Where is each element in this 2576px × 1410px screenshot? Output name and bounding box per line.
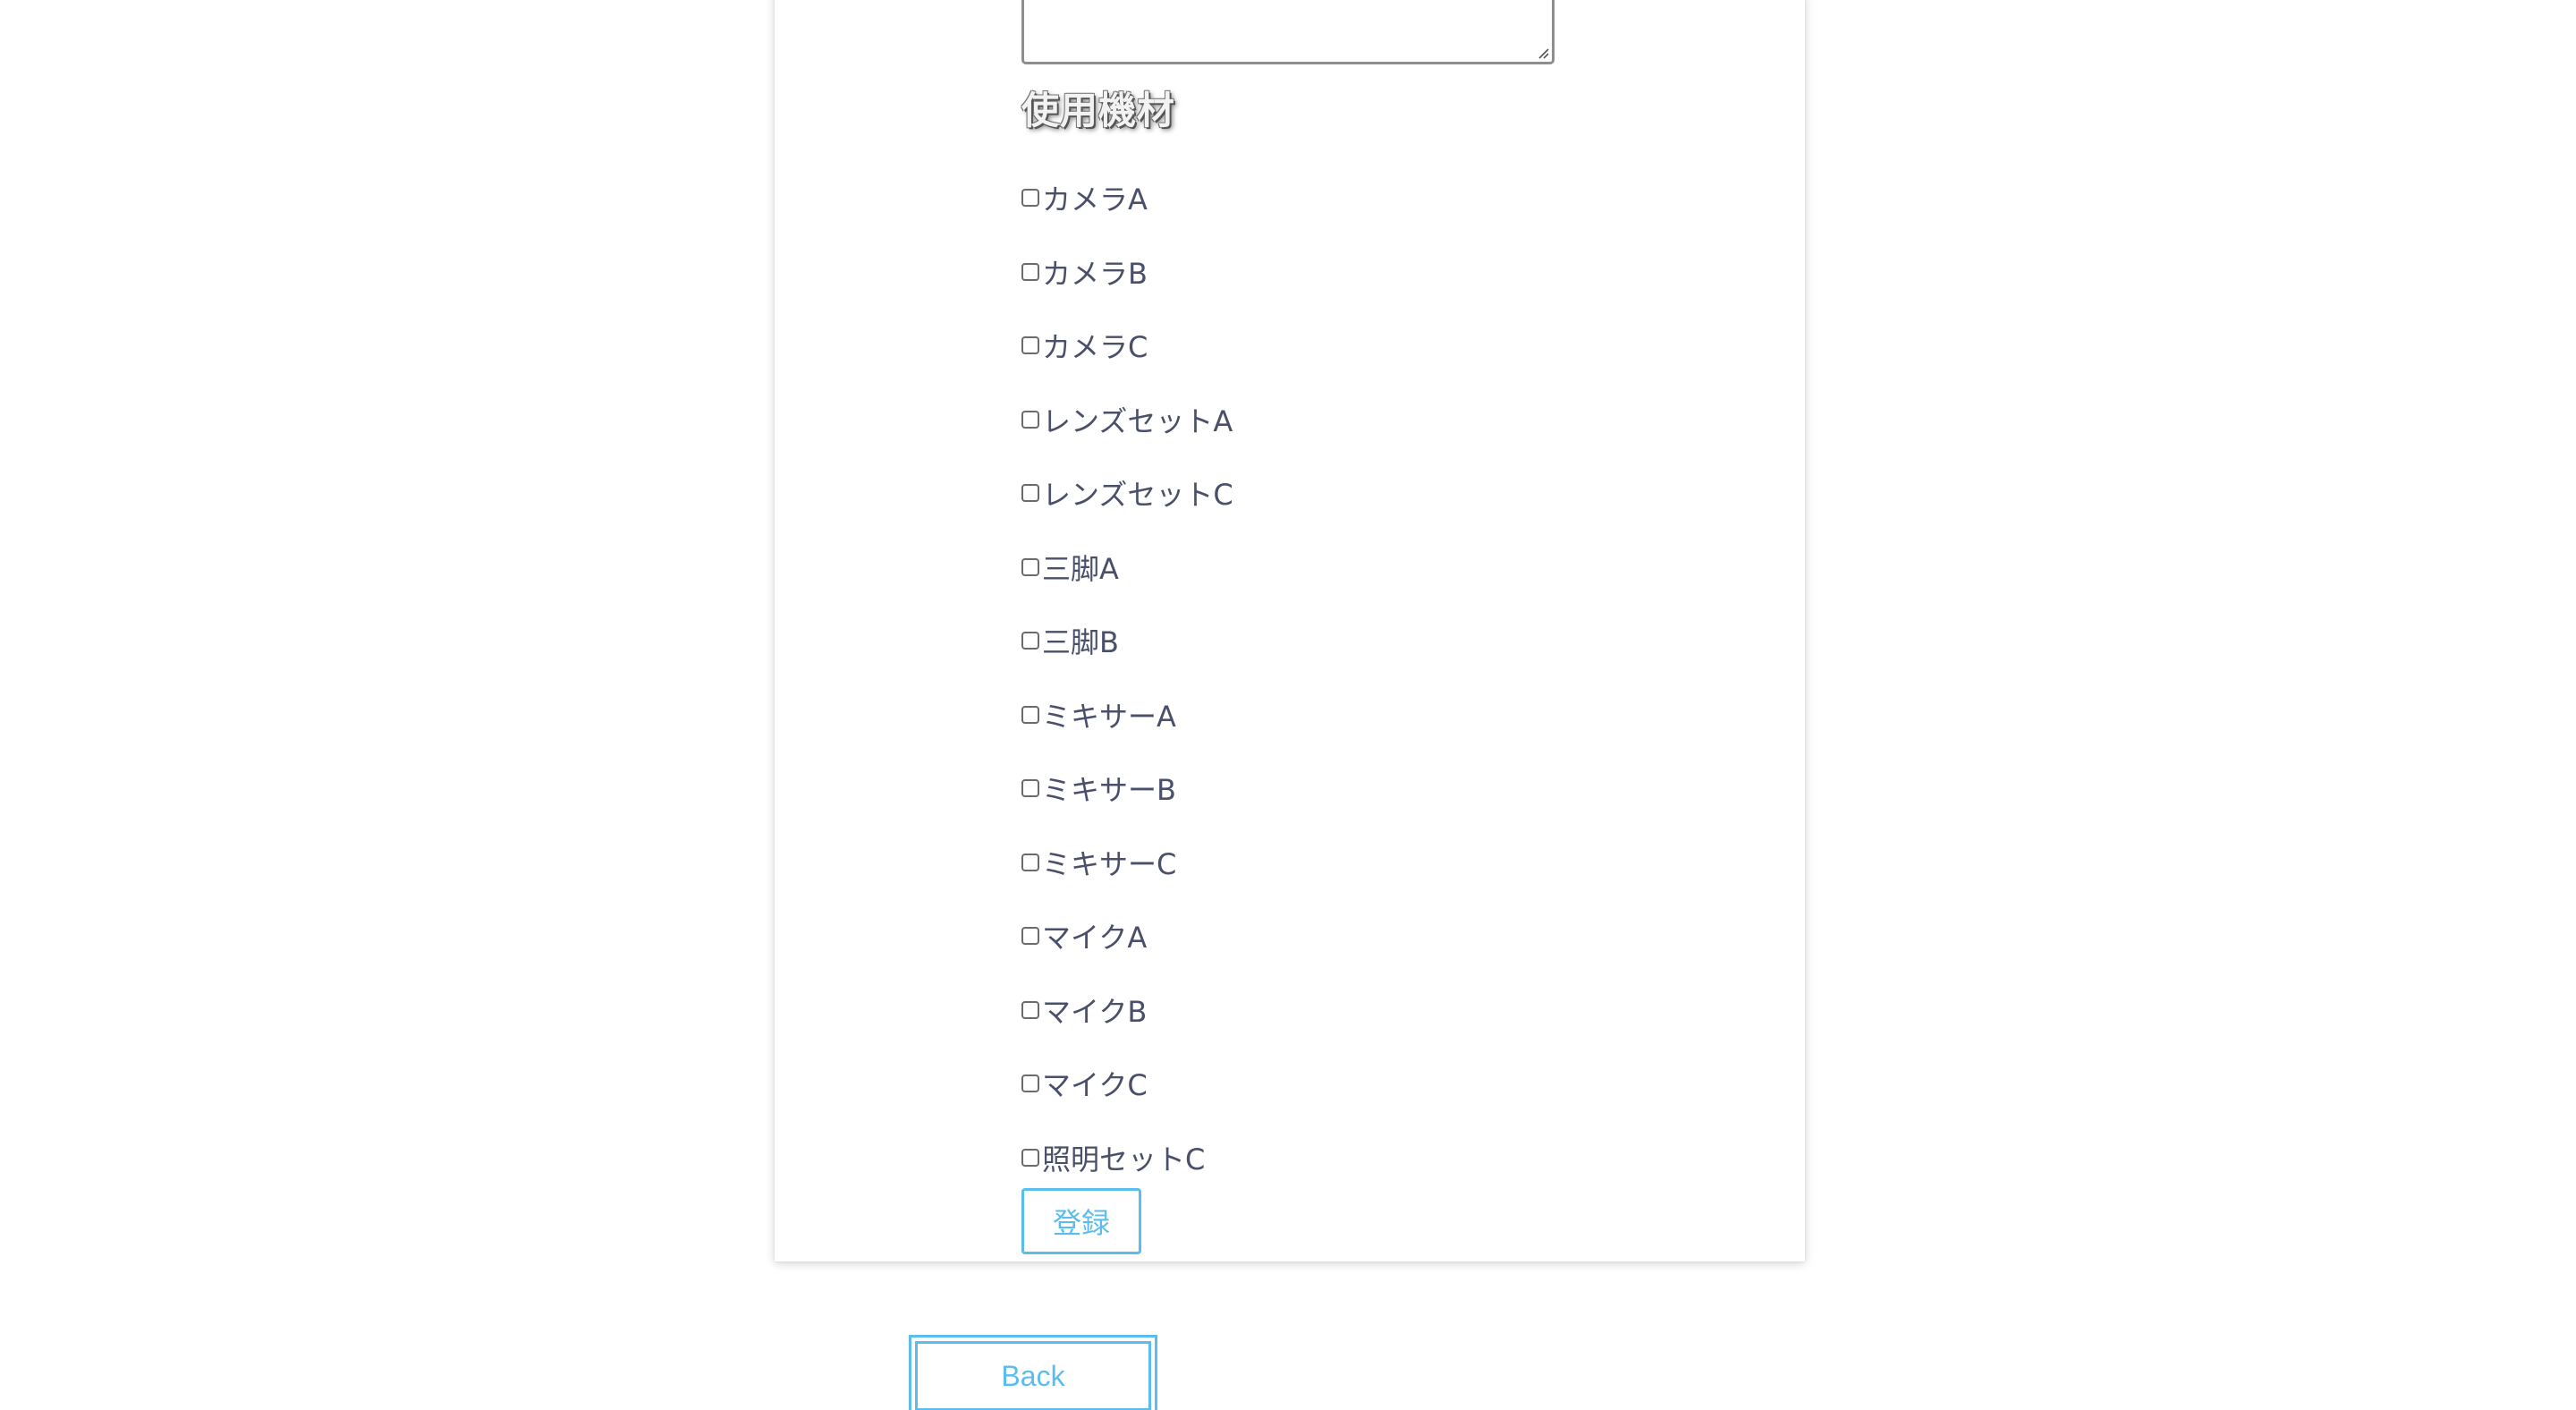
equipment-checkbox[interactable] (1021, 410, 1039, 429)
equipment-label[interactable]: 三脚A (1042, 555, 1119, 583)
equipment-checkbox[interactable] (1021, 262, 1039, 281)
equipment-label[interactable]: ミキサーA (1042, 702, 1176, 731)
equipment-checkbox[interactable] (1021, 853, 1039, 871)
equipment-checkbox[interactable] (1021, 1074, 1039, 1093)
back-button-label[interactable]: Back (915, 1341, 1151, 1410)
equipment-checkbox[interactable] (1021, 189, 1039, 208)
equipment-label[interactable]: ミキサーC (1042, 850, 1176, 879)
equipment-checkbox[interactable] (1021, 557, 1039, 576)
resize-handle-icon[interactable] (1537, 47, 1549, 59)
equipment-label[interactable]: マイクC (1042, 1071, 1148, 1100)
equipment-checkbox[interactable] (1021, 336, 1039, 355)
equipment-checkbox[interactable] (1021, 705, 1039, 724)
equipment-label[interactable]: 照明セットC (1042, 1145, 1205, 1174)
back-button[interactable]: Back (909, 1335, 1157, 1410)
equipment-checkbox[interactable] (1021, 1000, 1039, 1019)
equipment-item-camera-a[interactable]: カメラA (1021, 163, 1233, 237)
equipment-label[interactable]: マイクA (1042, 923, 1147, 952)
equipment-item-mic-b[interactable]: マイクB (1021, 975, 1233, 1049)
equipment-item-camera-c[interactable]: カメラC (1021, 310, 1233, 385)
equipment-item-tripod-b[interactable]: 三脚B (1021, 606, 1233, 680)
page: 使用機材 カメラA カメラB カメラC レンズセットA レンズセットC 三脚A … (0, 0, 2576, 1410)
equipment-label[interactable]: ミキサーB (1042, 776, 1176, 804)
equipment-label[interactable]: カメラC (1042, 333, 1148, 361)
equipment-label[interactable]: カメラA (1042, 185, 1148, 214)
equipment-label[interactable]: レンズセットC (1042, 480, 1233, 509)
equipment-section-title: 使用機材 (1021, 89, 1176, 132)
equipment-label[interactable]: マイクB (1042, 998, 1147, 1026)
equipment-item-lighting-set-c[interactable]: 照明セットC (1021, 1123, 1233, 1197)
equipment-item-camera-b[interactable]: カメラB (1021, 237, 1233, 311)
equipment-label[interactable]: カメラB (1042, 259, 1148, 288)
equipment-item-mic-a[interactable]: マイクA (1021, 901, 1233, 975)
equipment-checkbox[interactable] (1021, 927, 1039, 946)
equipment-checkbox[interactable] (1021, 484, 1039, 503)
equipment-item-mixer-a[interactable]: ミキサーA (1021, 680, 1233, 754)
equipment-checkbox[interactable] (1021, 779, 1039, 798)
equipment-checkbox[interactable] (1021, 1148, 1039, 1167)
equipment-checkbox[interactable] (1021, 632, 1039, 650)
equipment-item-mixer-c[interactable]: ミキサーC (1021, 828, 1233, 902)
equipment-label[interactable]: レンズセットA (1042, 407, 1233, 436)
equipment-label[interactable]: 三脚B (1042, 628, 1119, 657)
equipment-list: カメラA カメラB カメラC レンズセットA レンズセットC 三脚A 三脚B ミ… (1021, 163, 1233, 1196)
form-card: 使用機材 カメラA カメラB カメラC レンズセットA レンズセットC 三脚A … (775, 0, 1805, 1261)
equipment-item-lens-set-c[interactable]: レンズセットC (1021, 458, 1233, 532)
equipment-item-mixer-b[interactable]: ミキサーB (1021, 753, 1233, 828)
register-button[interactable]: 登録 (1021, 1188, 1141, 1254)
equipment-item-mic-c[interactable]: マイクC (1021, 1049, 1233, 1123)
notes-textarea[interactable] (1021, 0, 1555, 64)
equipment-item-lens-set-a[interactable]: レンズセットA (1021, 385, 1233, 459)
equipment-item-tripod-a[interactable]: 三脚A (1021, 532, 1233, 607)
